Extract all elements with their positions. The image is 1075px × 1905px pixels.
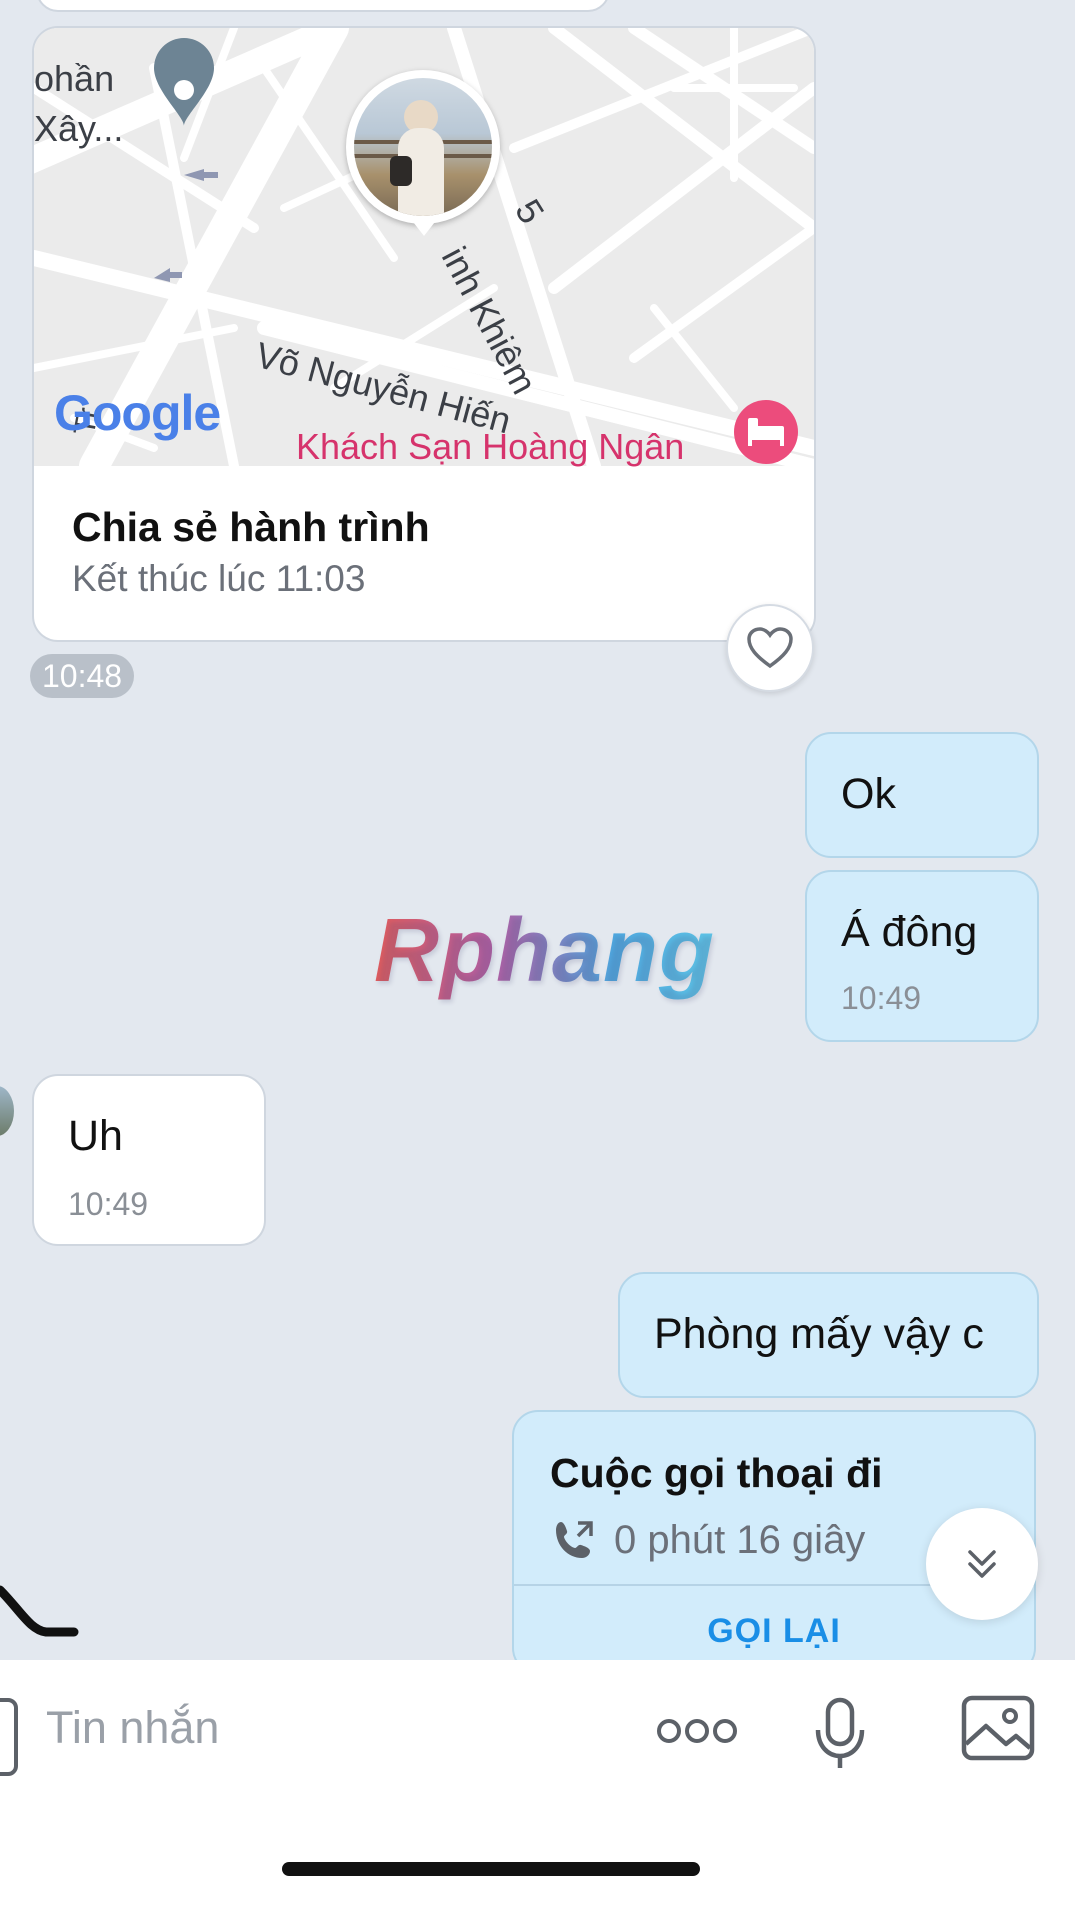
message-input-bar: Tin nhắn (0, 1660, 1075, 1905)
location-share-card[interactable]: ohần Xây... Võ Nguyễn Hiến inh Khiêm 5 K… (32, 26, 816, 642)
location-card-subtitle: Kết thúc lúc 11:03 (72, 558, 366, 599)
scribble-mark (0, 1585, 79, 1637)
message-bubble-outgoing[interactable]: Ok (805, 732, 1039, 858)
message-input[interactable]: Tin nhắn (46, 1702, 219, 1754)
react-heart-button[interactable] (726, 604, 814, 692)
message-bubble-outgoing[interactable]: Phòng mấy vậy c (618, 1272, 1039, 1398)
image-icon[interactable] (960, 1694, 1036, 1762)
call-duration: 0 phút 16 giây (614, 1518, 866, 1562)
emoji-button[interactable] (0, 1698, 18, 1776)
watermark: Rphang (374, 901, 715, 1001)
scroll-to-bottom-button[interactable] (926, 1508, 1038, 1620)
map-label-place: ohần (34, 58, 115, 99)
call-again-button[interactable]: GỌI LẠI (514, 1612, 1034, 1651)
sender-avatar[interactable] (0, 1086, 14, 1136)
message-bubble-incoming[interactable]: Uh 10:49 (32, 1074, 266, 1246)
double-chevron-down-icon (968, 1550, 996, 1578)
home-indicator (282, 1862, 700, 1876)
message-text: Phòng mấy vậy c (654, 1310, 984, 1358)
message-text: Á đông (841, 908, 978, 956)
message-text: Uh (68, 1112, 123, 1160)
more-icon[interactable] (656, 1716, 738, 1746)
message-text: Ok (841, 770, 896, 818)
message-time: 10:49 (68, 1186, 149, 1222)
avatar (354, 78, 492, 216)
message-time: 10:49 (841, 980, 922, 1016)
message-time-pill: 10:48 (30, 654, 135, 698)
google-logo: Google (54, 385, 221, 441)
microphone-icon[interactable] (812, 1696, 868, 1772)
outgoing-call-icon (556, 1521, 593, 1558)
map-label-place-2: Xây... (34, 108, 124, 149)
map-preview[interactable]: ohần Xây... Võ Nguyễn Hiến inh Khiêm 5 K… (34, 28, 814, 467)
message-bubble-outgoing[interactable]: Á đông 10:49 (805, 870, 1039, 1042)
call-title: Cuộc gọi thoại đi (550, 1450, 883, 1496)
user-location-marker[interactable] (346, 70, 500, 236)
heart-icon (747, 627, 793, 669)
location-card-title: Chia sẻ hành trình (72, 504, 430, 550)
previous-message-bubble[interactable] (36, 0, 610, 12)
map-label-hotel: Khách Sạn Hoàng Ngân (296, 426, 685, 467)
